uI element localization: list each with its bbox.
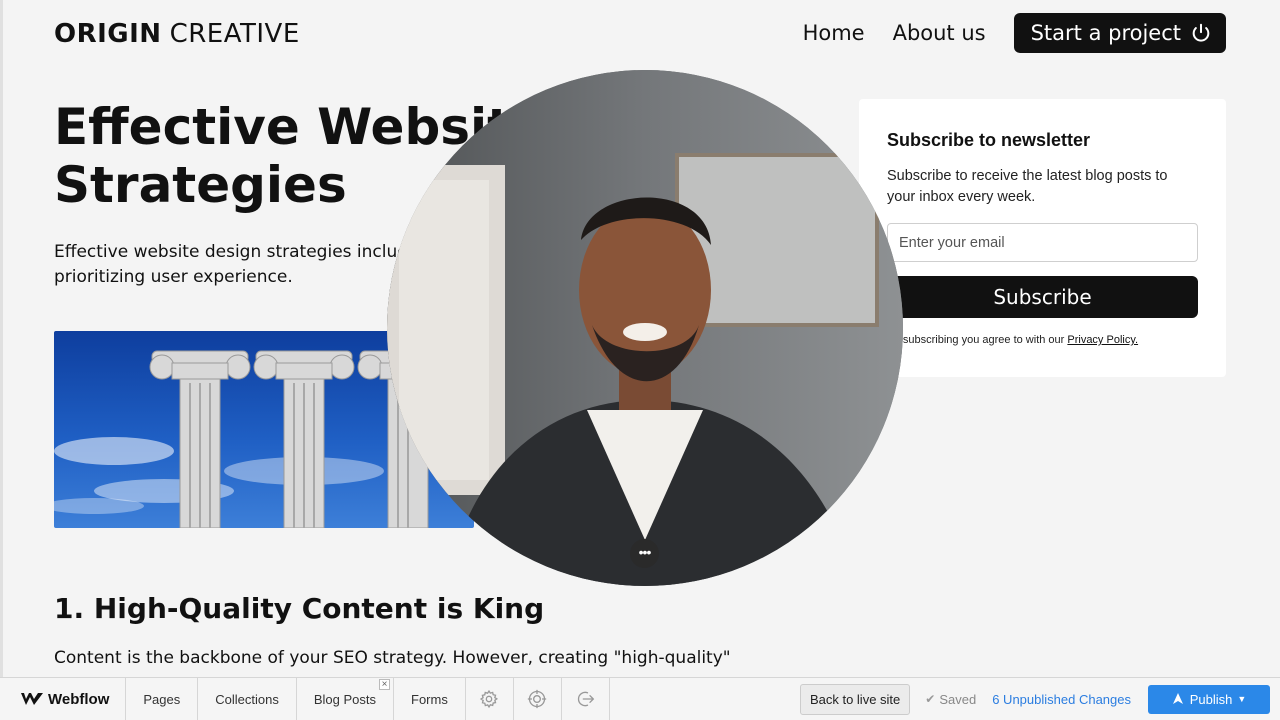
- webflow-editor-bar: Webflow Pages Collections Blog Posts × F…: [0, 677, 1280, 720]
- webflow-bar-right: Back to live site ✔ Saved 6 Unpublished …: [799, 678, 1280, 720]
- webflow-brand: Webflow: [48, 690, 110, 708]
- webflow-w-icon: [21, 693, 43, 705]
- exit-button[interactable]: [562, 678, 610, 720]
- close-icon[interactable]: ×: [379, 679, 391, 690]
- newsletter-title: Subscribe to newsletter: [887, 130, 1091, 150]
- bubble-options-button[interactable]: •••: [630, 539, 659, 568]
- newsletter-card: Subscribe to newsletter Subscribe to rec…: [859, 99, 1226, 377]
- subscribe-button[interactable]: Subscribe: [887, 276, 1198, 318]
- tab-collections-label: Collections: [215, 691, 279, 707]
- newsletter-description: Subscribe to receive the latest blog pos…: [887, 168, 1168, 205]
- tab-forms-label: Forms: [411, 691, 448, 707]
- exit-icon: [578, 691, 595, 707]
- publish-button[interactable]: Publish ▼: [1148, 684, 1270, 714]
- settings-button[interactable]: [466, 678, 514, 720]
- section-heading: 1. High-Quality Content is King: [54, 592, 545, 625]
- tab-pages-label: Pages: [143, 691, 181, 707]
- start-project-button[interactable]: Start a project: [1013, 13, 1226, 53]
- target-icon: [528, 689, 547, 709]
- tab-blog-posts-label: Blog Posts: [313, 691, 377, 707]
- power-icon: [1192, 23, 1210, 42]
- nav-home[interactable]: Home: [803, 21, 865, 45]
- rocket-icon: [1172, 693, 1183, 704]
- more-icon: •••: [638, 543, 652, 560]
- start-project-label: Start a project: [1030, 21, 1181, 45]
- seo-button[interactable]: [514, 678, 562, 720]
- terms-text: By subscribing you agree to with our: [887, 334, 1068, 346]
- tab-blog-posts[interactable]: Blog Posts ×: [297, 678, 395, 720]
- site-logo[interactable]: ORIGIN CREATIVE: [54, 18, 300, 50]
- logo-bold: ORIGIN: [54, 19, 162, 49]
- check-icon: ✔: [925, 692, 936, 706]
- publish-label: Publish: [1189, 691, 1233, 707]
- main-nav: Home About us Start a project: [803, 13, 1226, 53]
- back-to-live-site-button[interactable]: Back to live site: [799, 683, 911, 715]
- saved-label: Saved: [939, 691, 977, 707]
- gear-icon: [480, 689, 499, 709]
- presenter-video: [387, 70, 903, 586]
- tab-pages[interactable]: Pages: [126, 678, 199, 720]
- chevron-down-icon: ▼: [1237, 694, 1247, 704]
- email-input[interactable]: [887, 223, 1198, 262]
- logo-light: CREATIVE: [169, 19, 300, 49]
- webflow-logo[interactable]: Webflow: [0, 678, 127, 720]
- webcam-video-bubble[interactable]: [387, 70, 903, 586]
- saved-status: ✔ Saved: [925, 692, 976, 707]
- tab-collections[interactable]: Collections: [198, 678, 297, 720]
- tab-forms[interactable]: Forms: [394, 678, 466, 720]
- privacy-policy-link[interactable]: Privacy Policy.: [1067, 334, 1138, 346]
- nav-about[interactable]: About us: [893, 21, 986, 45]
- newsletter-terms: By subscribing you agree to with our Pri…: [887, 334, 1138, 346]
- unpublished-changes-link[interactable]: 6 Unpublished Changes: [992, 692, 1131, 707]
- page-edge: [0, 0, 3, 720]
